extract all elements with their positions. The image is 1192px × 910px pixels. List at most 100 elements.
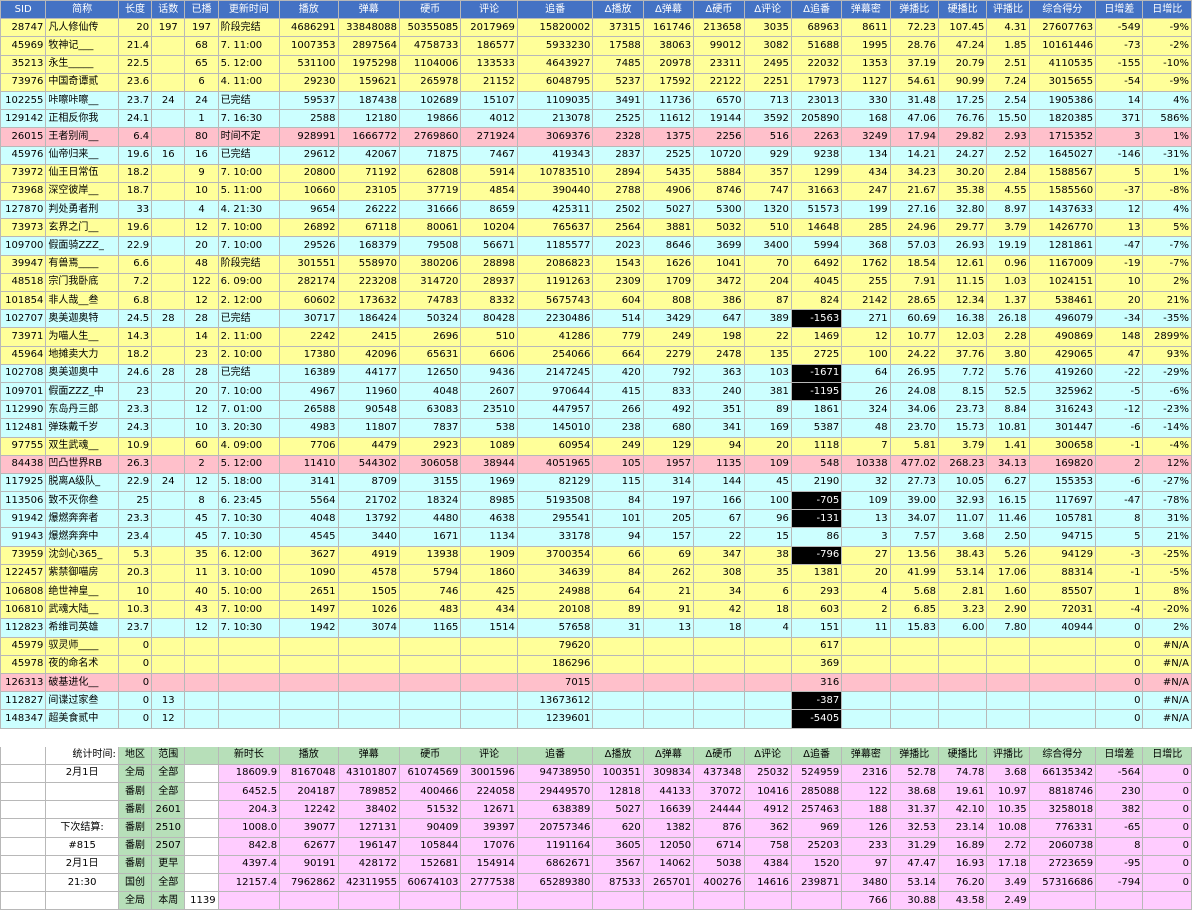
table-cell[interactable] [986, 672, 1030, 693]
summary-cell[interactable]: 0 [1142, 872, 1192, 893]
table-cell[interactable]: 64 [592, 581, 644, 602]
table-cell[interactable]: 94 [592, 527, 644, 547]
table-cell[interactable]: 6.4 [117, 127, 153, 147]
table-cell[interactable]: 84 [592, 563, 644, 584]
summary-cell[interactable]: 2723659 [1028, 854, 1097, 875]
table-cell[interactable]: 223208 [337, 272, 400, 293]
table-cell[interactable]: 阶段完结 [217, 18, 281, 38]
summary-cell[interactable]: 309834 [642, 763, 695, 784]
table-cell[interactable]: 28.76 [889, 36, 939, 56]
table-cell[interactable]: 103 [743, 363, 792, 383]
table-cell[interactable]: 169 [743, 418, 792, 438]
table-cell[interactable]: 169820 [1028, 454, 1097, 474]
summary-cell[interactable]: 23.14 [937, 818, 988, 838]
summary-column-header[interactable]: Δ播放 [592, 745, 644, 765]
table-cell[interactable]: 8611 [841, 18, 891, 38]
table-cell[interactable]: 5435 [642, 163, 695, 183]
table-cell[interactable]: 16.38 [937, 309, 988, 329]
summary-cell[interactable]: 188 [841, 800, 891, 820]
table-cell[interactable]: 238 [592, 418, 644, 438]
table-cell[interactable] [1028, 691, 1097, 711]
table-cell[interactable]: 26.93 [937, 236, 988, 256]
table-cell[interactable]: 20978 [642, 54, 695, 74]
table-cell[interactable]: 28747 [0, 18, 47, 38]
table-cell[interactable]: 为喵人生__ [45, 327, 119, 347]
table-cell[interactable]: 316243 [1028, 400, 1097, 420]
table-cell[interactable]: 22.9 [117, 472, 153, 493]
table-cell[interactable]: 268.23 [937, 454, 988, 474]
table-cell[interactable]: -4 [1095, 600, 1144, 620]
table-cell[interactable]: 151 [790, 618, 843, 638]
summary-cell[interactable] [337, 891, 400, 910]
table-cell[interactable]: 746 [398, 581, 462, 602]
summary-cell[interactable]: 16.93 [937, 854, 988, 875]
table-cell[interactable]: 阶段完结 [217, 254, 281, 274]
table-cell[interactable]: 7. 10:00 [217, 236, 281, 256]
summary-column-header[interactable]: 评播比 [986, 745, 1030, 765]
table-cell[interactable]: 4045 [790, 272, 843, 293]
summary-cell[interactable]: 8 [1095, 836, 1144, 856]
table-cell[interactable]: 113506 [0, 491, 47, 511]
table-cell[interactable]: 31663 [790, 181, 843, 202]
table-cell[interactable]: 31% [1142, 509, 1192, 529]
table-cell[interactable] [1028, 654, 1097, 674]
summary-cell[interactable]: 0 [1142, 800, 1192, 820]
table-cell[interactable]: 6.27 [986, 472, 1030, 493]
summary-cell[interactable] [45, 891, 119, 910]
table-cell[interactable]: 6570 [693, 90, 745, 111]
table-cell[interactable] [743, 654, 792, 674]
table-cell[interactable]: 9436 [460, 363, 518, 383]
table-cell[interactable]: 122457 [0, 563, 47, 584]
summary-cell[interactable]: 番剧 [117, 800, 153, 820]
table-cell[interactable] [337, 636, 400, 656]
table-cell[interactable]: 中国奇谭贰 [45, 72, 119, 92]
table-cell[interactable]: 496079 [1028, 309, 1097, 329]
table-cell[interactable]: 381 [743, 381, 792, 402]
table-cell[interactable]: 15820002 [516, 18, 594, 38]
table-cell[interactable]: 44177 [337, 363, 400, 383]
table-cell[interactable]: 13673612 [516, 691, 594, 711]
summary-cell[interactable]: 87533 [592, 872, 644, 893]
table-cell[interactable]: 306058 [398, 454, 462, 474]
table-cell[interactable]: 10660 [279, 181, 339, 202]
table-cell[interactable]: 2.84 [986, 163, 1030, 183]
table-cell[interactable]: 134 [841, 145, 891, 165]
table-cell[interactable]: 6. 23:45 [217, 491, 281, 511]
table-cell[interactable]: 8746 [693, 181, 745, 202]
table-cell[interactable]: 308 [693, 563, 745, 584]
table-cell[interactable]: 22 [743, 327, 792, 347]
summary-cell[interactable]: 204.3 [217, 800, 281, 820]
table-cell[interactable]: 10.05 [937, 472, 988, 493]
table-cell[interactable]: 18.7 [117, 181, 153, 202]
table-cell[interactable]: 10 [1095, 272, 1144, 293]
summary-cell[interactable]: 全部 [151, 782, 186, 802]
table-cell[interactable]: 833 [642, 381, 695, 402]
table-cell[interactable]: -9% [1142, 18, 1192, 38]
table-cell[interactable]: 2279 [642, 345, 695, 365]
table-cell[interactable]: 100 [841, 345, 891, 365]
table-cell[interactable] [151, 272, 186, 293]
table-cell[interactable] [151, 654, 186, 674]
table-cell[interactable]: 538461 [1028, 290, 1097, 311]
table-cell[interactable]: 42067 [337, 145, 400, 165]
table-cell[interactable]: 133533 [460, 54, 518, 74]
table-cell[interactable]: 4 [841, 581, 891, 602]
table-cell[interactable] [279, 672, 339, 693]
table-cell[interactable]: 10338 [841, 454, 891, 474]
table-cell[interactable]: 2% [1142, 618, 1192, 638]
table-cell[interactable]: 27 [841, 545, 891, 565]
table-cell[interactable] [337, 654, 400, 674]
table-cell[interactable]: 45964 [0, 345, 47, 365]
table-cell[interactable]: 56671 [460, 236, 518, 256]
summary-cell[interactable]: 44133 [642, 782, 695, 802]
table-cell[interactable]: 65631 [398, 345, 462, 365]
table-cell[interactable]: 1007353 [279, 36, 339, 56]
summary-cell[interactable] [184, 818, 219, 838]
table-cell[interactable]: 1671 [398, 527, 462, 547]
table-cell[interactable]: 492 [642, 400, 695, 420]
column-header[interactable]: 日增比 [1142, 0, 1192, 20]
table-cell[interactable]: 13 [151, 691, 186, 711]
table-cell[interactable]: 2251 [743, 72, 792, 92]
table-cell[interactable]: 21 [642, 581, 695, 602]
table-cell[interactable]: 20 [117, 18, 153, 38]
